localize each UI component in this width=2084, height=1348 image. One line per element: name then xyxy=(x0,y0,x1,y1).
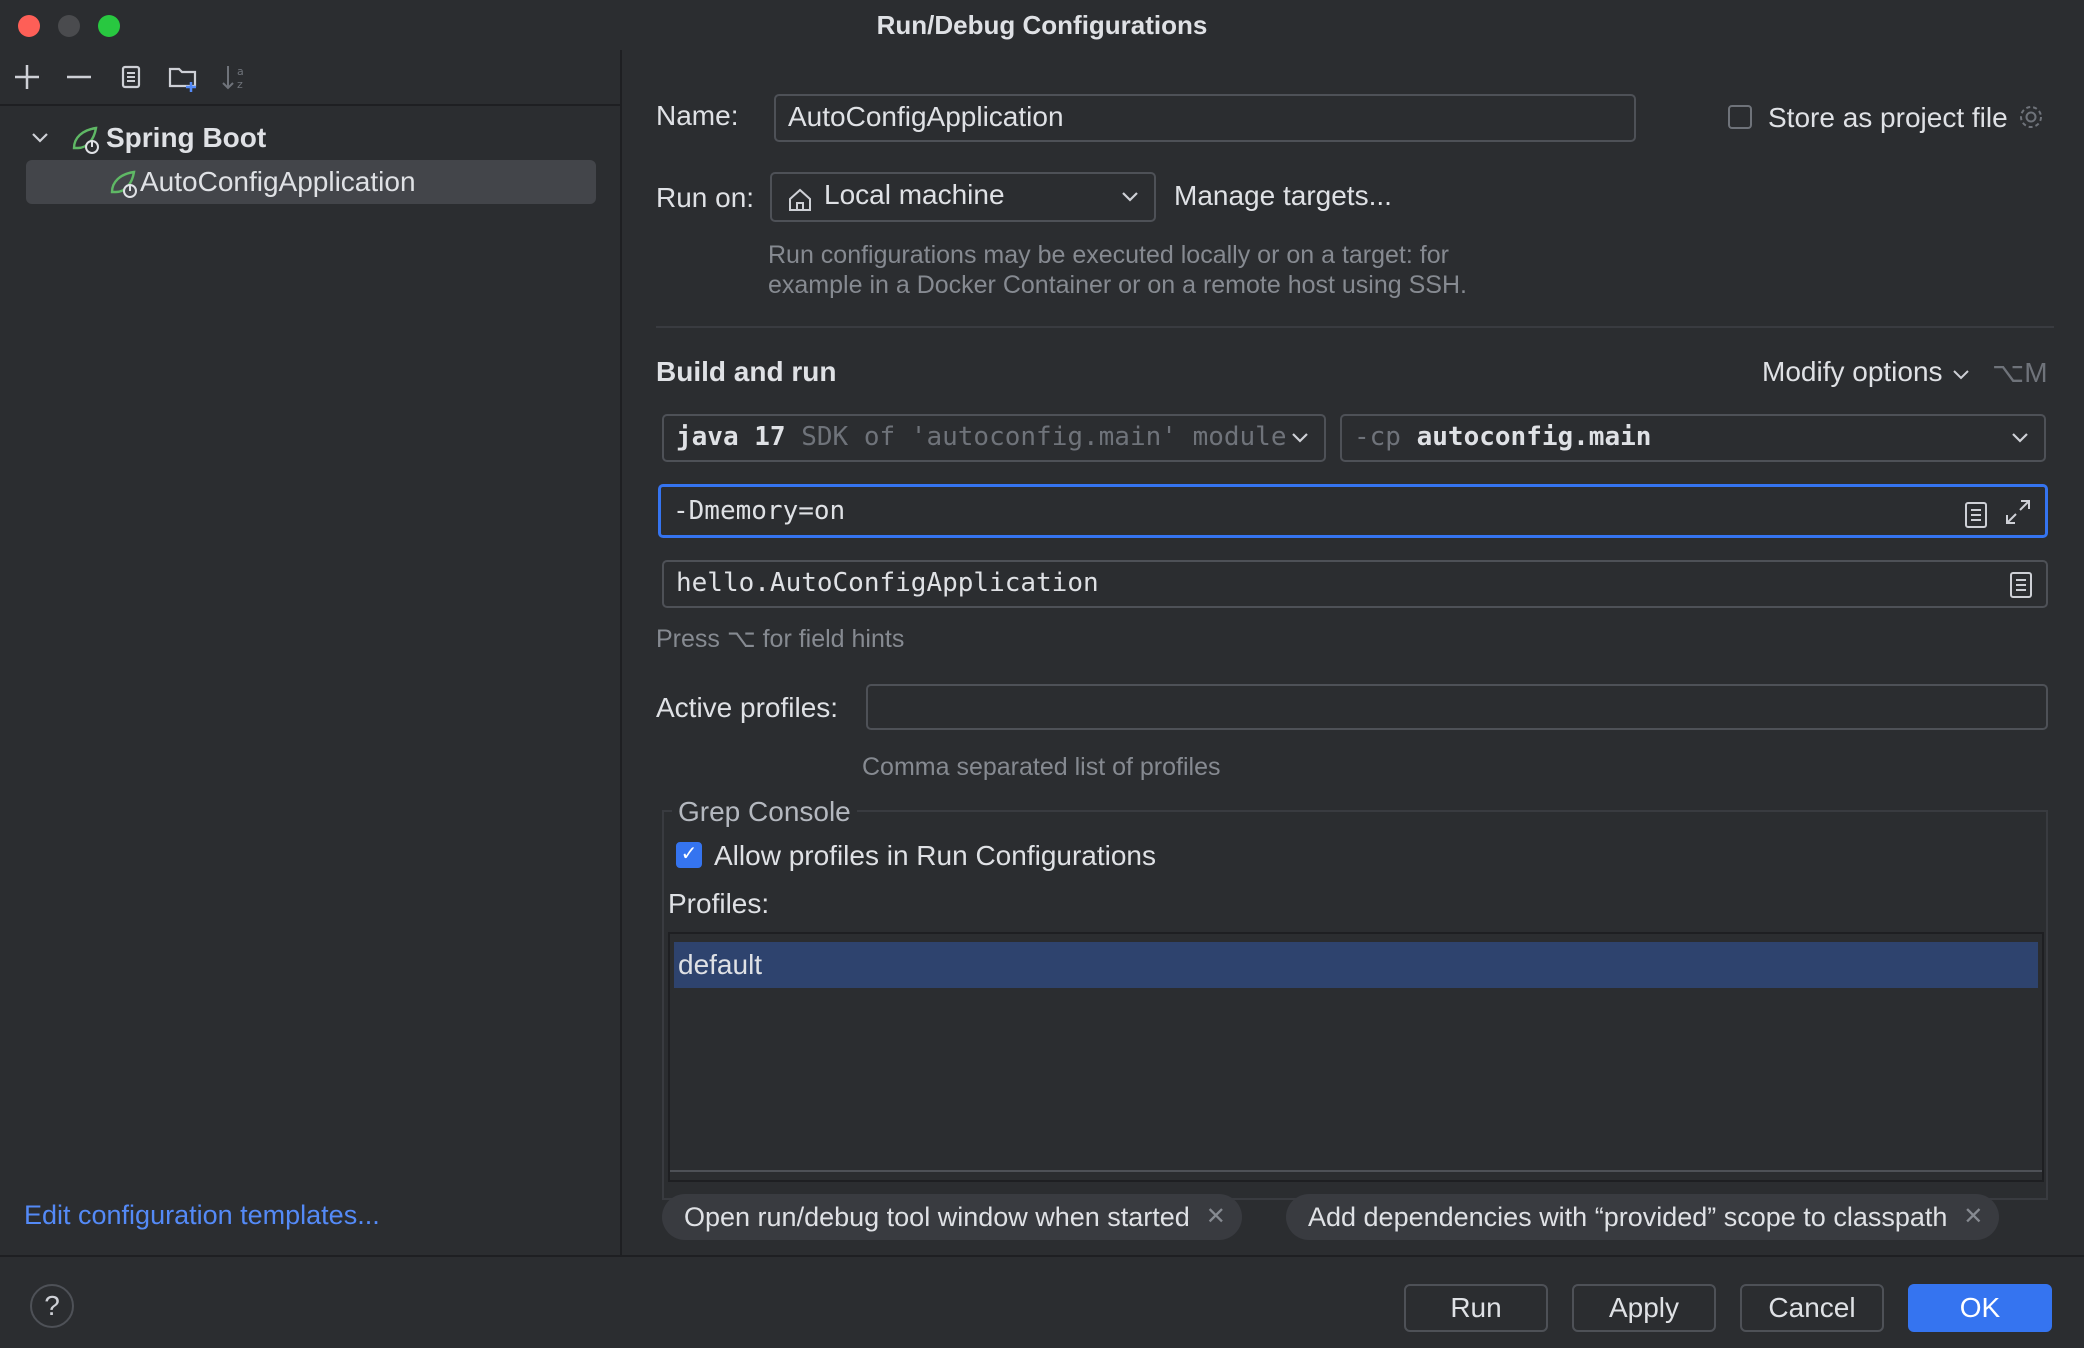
name-label: Name: xyxy=(656,100,739,131)
name-input[interactable]: AutoConfigApplication xyxy=(774,94,1636,142)
list-icon[interactable] xyxy=(1963,497,1989,545)
profile-label: default xyxy=(678,949,763,980)
active-profiles-input[interactable] xyxy=(866,684,2048,730)
help-button[interactable]: ? xyxy=(30,1284,74,1328)
chip-label: Add dependencies with “provided” scope t… xyxy=(1308,1202,1948,1232)
active-profiles-label: Active profiles: xyxy=(656,692,839,723)
manage-targets-link[interactable]: Manage targets... xyxy=(1174,180,1392,212)
apply-button[interactable]: Apply xyxy=(1572,1284,1716,1332)
list-icon[interactable] xyxy=(2008,570,2034,612)
tree-group-spring-boot[interactable]: Spring Boot xyxy=(28,116,588,160)
modify-options-link[interactable]: Modify options xyxy=(1762,356,1972,388)
add-icon[interactable] xyxy=(10,60,44,94)
list-item[interactable]: default xyxy=(674,942,2038,988)
title-bar: Run/Debug Configurations xyxy=(0,0,2084,50)
classpath-prefix: -cp xyxy=(1354,422,1401,452)
edit-templates-link[interactable]: Edit configuration templates... xyxy=(24,1200,380,1231)
tree-item-autoconfigapplication[interactable]: AutoConfigApplication xyxy=(26,160,596,204)
jre-hint: SDK of 'autoconfig.main' module xyxy=(801,422,1287,452)
classpath-value: autoconfig.main xyxy=(1416,422,1652,452)
spring-boot-icon xyxy=(106,166,140,213)
jre-value: java 17 xyxy=(676,422,786,452)
allow-profiles-checkbox[interactable]: ✓ xyxy=(676,842,702,868)
run-on-label: Run on: xyxy=(656,182,755,213)
svg-text:a: a xyxy=(237,65,244,78)
copy-icon[interactable] xyxy=(114,60,148,94)
close-icon[interactable]: ✕ xyxy=(1206,1194,1226,1240)
chevron-down-icon xyxy=(1953,369,1970,380)
tree-group-label: Spring Boot xyxy=(106,122,267,153)
profiles-label: Profiles: xyxy=(668,888,770,919)
configuration-editor: Name: AutoConfigApplication Store as pro… xyxy=(622,50,2084,1255)
store-as-project-file-label: Store as project file xyxy=(1768,102,2008,133)
store-as-project-file-checkbox[interactable] xyxy=(1728,105,1752,129)
chevron-down-icon xyxy=(1290,416,1310,460)
classpath-combobox[interactable]: -cp autoconfig.main xyxy=(1340,414,2046,462)
separator xyxy=(656,326,2054,328)
chip-add-provided-dependencies[interactable]: Add dependencies with “provided” scope t… xyxy=(1286,1194,2000,1240)
chevron-down-icon xyxy=(1120,174,1140,234)
configurations-sidebar: az Spring Boot AutoConfigApplication Edi… xyxy=(0,50,622,1255)
run-on-hint-line-2: example in a Docker Container or on a re… xyxy=(768,271,1467,299)
run-on-hint-line-1: Run configurations may be executed local… xyxy=(768,241,1449,269)
expand-icon[interactable] xyxy=(2003,495,2033,543)
chip-label: Open run/debug tool window when started xyxy=(684,1202,1190,1232)
chip-open-tool-window[interactable]: Open run/debug tool window when started … xyxy=(662,1194,1242,1240)
name-value: AutoConfigApplication xyxy=(788,101,1064,132)
modify-options-shortcut: ⌥M xyxy=(1992,357,2048,388)
run-on-value: Local machine xyxy=(824,179,1005,210)
close-icon[interactable]: ✕ xyxy=(1963,1194,1983,1240)
vm-options-input[interactable]: -Dmemory=on xyxy=(658,484,2048,538)
window-title: Run/Debug Configurations xyxy=(876,10,1208,40)
field-hints-text: Press ⌥ for field hints xyxy=(656,625,905,653)
cancel-button[interactable]: Cancel xyxy=(1740,1284,1884,1332)
run-button[interactable]: Run xyxy=(1404,1284,1548,1332)
run-on-combobox[interactable]: Local machine xyxy=(770,172,1156,222)
main-class-value: hello.AutoConfigApplication xyxy=(676,568,1099,598)
active-profiles-hint: Comma separated list of profiles xyxy=(862,753,1221,781)
chevron-down-icon xyxy=(2010,416,2030,475)
profiles-list[interactable]: default xyxy=(668,932,2044,1182)
svg-text:z: z xyxy=(237,78,243,91)
main-class-input[interactable]: hello.AutoConfigApplication xyxy=(662,560,2048,608)
gear-icon[interactable] xyxy=(2016,102,2046,137)
remove-icon[interactable] xyxy=(62,60,96,94)
jre-combobox[interactable]: java 17 SDK of 'autoconfig.main' module xyxy=(662,414,1326,462)
tree-item-label: AutoConfigApplication xyxy=(140,166,416,197)
home-icon xyxy=(786,184,814,226)
sidebar-toolbar: az xyxy=(0,50,620,106)
ok-button[interactable]: OK xyxy=(1908,1284,2052,1332)
list-scrollbar[interactable] xyxy=(670,1170,2042,1172)
new-folder-icon[interactable] xyxy=(166,60,200,94)
modify-options-label: Modify options xyxy=(1762,356,1943,387)
vm-options-value: -Dmemory=on xyxy=(673,496,846,526)
sort-icon[interactable]: az xyxy=(218,60,252,94)
build-and-run-title: Build and run xyxy=(656,356,837,387)
grep-console-title: Grep Console xyxy=(672,796,857,828)
dialog-footer: ? Run Apply Cancel OK xyxy=(0,1255,2084,1348)
allow-profiles-label: Allow profiles in Run Configurations xyxy=(714,840,1156,871)
